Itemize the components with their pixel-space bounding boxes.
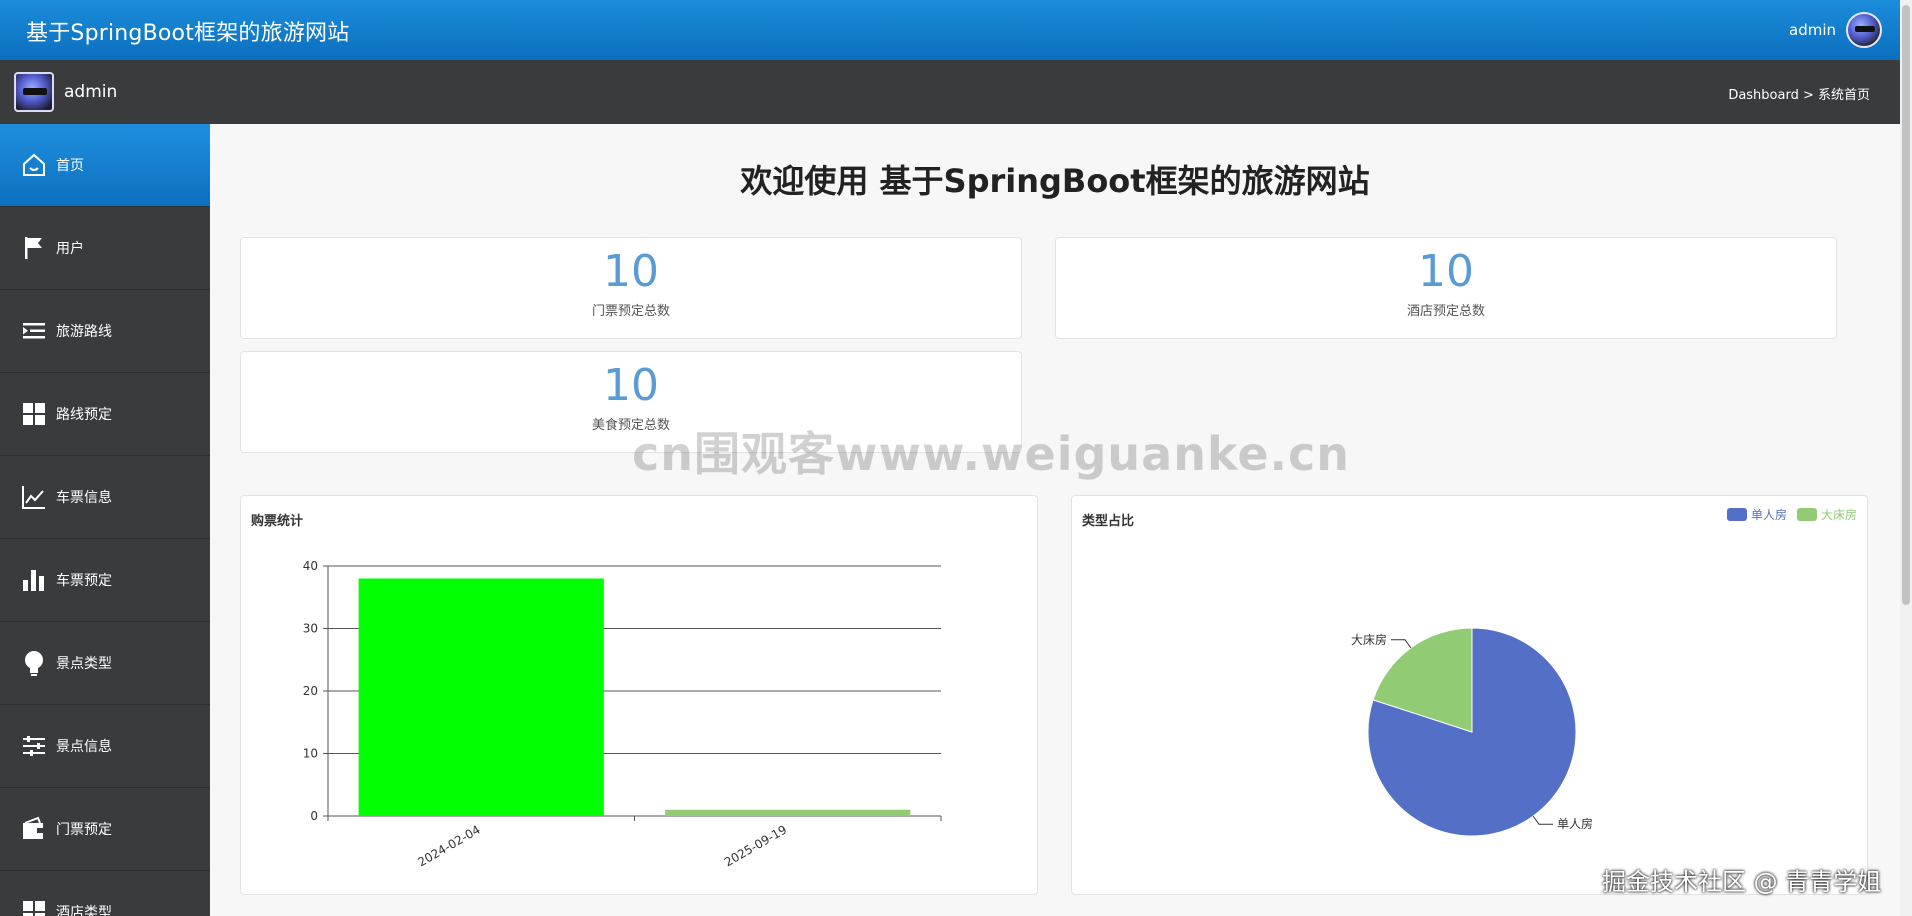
top-header: 基于SpringBoot框架的旅游网站 admin xyxy=(0,0,1900,60)
sidebar-item-spots[interactable]: 景点信息 xyxy=(0,705,210,788)
legend-label: 大床房 xyxy=(1820,508,1857,522)
trend-icon xyxy=(20,483,48,511)
sliders-icon xyxy=(20,732,48,760)
stat-label: 门票预定总数 xyxy=(591,304,670,319)
y-tick-label: 20 xyxy=(303,684,318,698)
legend-label: 单人房 xyxy=(1750,508,1787,522)
stat-value: 10 xyxy=(603,360,659,411)
sidebar-item-ticket-booking[interactable]: 车票预定 xyxy=(0,539,210,622)
sidebar-user: admin xyxy=(14,72,117,112)
stat-card-hotel-orders: 10 酒店预定总数 xyxy=(1055,237,1837,339)
user-avatar xyxy=(14,72,54,112)
chart-title: 类型占比 xyxy=(1082,514,1135,529)
pie-label: 大床房 xyxy=(1351,632,1387,647)
sidebar-item-label: 用户 xyxy=(56,241,84,257)
sidebar-item-routes[interactable]: 旅游路线 xyxy=(0,290,210,373)
sub-header: admin Dashboard > 系统首页 xyxy=(0,60,1900,124)
pie-chart: 单人房 大床房 xyxy=(1351,627,1593,837)
sidebar-item-home[interactable]: 首页 xyxy=(0,124,210,207)
pie-label: 单人房 xyxy=(1557,816,1593,831)
scrollbar[interactable] xyxy=(1900,0,1912,916)
chart-title: 购票统计 xyxy=(251,514,304,529)
y-tick-label: 40 xyxy=(303,559,318,573)
header-username[interactable]: admin xyxy=(1789,21,1836,39)
grid-icon xyxy=(20,400,48,428)
grid-icon xyxy=(20,898,48,916)
indent-icon xyxy=(20,317,48,345)
site-title: 基于SpringBoot框架的旅游网站 xyxy=(26,21,350,46)
sidebar-item-label: 旅游路线 xyxy=(56,324,112,340)
home-icon xyxy=(20,151,48,179)
y-tick-label: 10 xyxy=(303,747,318,761)
scrollbar-thumb[interactable] xyxy=(1902,5,1910,605)
bar xyxy=(665,809,911,816)
legend-item[interactable]: 单人房 xyxy=(1726,506,1787,523)
legend-item[interactable]: 大床房 xyxy=(1796,506,1857,523)
sidebar-item-label: 车票信息 xyxy=(56,490,112,506)
sidebar-item-label: 路线预定 xyxy=(56,407,112,423)
pie-label-line xyxy=(1390,639,1412,649)
y-tick-label: 0 xyxy=(310,809,318,823)
sidebar-item-label: 景点信息 xyxy=(56,739,112,755)
sidebar-item-route-booking[interactable]: 路线预定 xyxy=(0,373,210,456)
legend-swatch xyxy=(1796,508,1817,521)
pie-chart-panel: 类型占比 单人房 大床房 单人房 大床房 xyxy=(1071,495,1868,895)
bar-chart: 0 10 20 30 40 2024-02-04 2025-09-19 xyxy=(303,559,942,869)
bar-chart-icon xyxy=(20,566,48,594)
legend-swatch xyxy=(1726,508,1747,521)
bulb-icon xyxy=(20,649,48,677)
sidebar-username: admin xyxy=(64,82,118,102)
main-content: 欢迎使用 基于SpringBoot框架的旅游网站 10 门票预定总数 10 酒店… xyxy=(210,124,1900,916)
sidebar-item-label: 景点类型 xyxy=(56,656,112,672)
avatar[interactable] xyxy=(1846,12,1882,48)
chart-legend[interactable]: 单人房 大床房 xyxy=(1726,506,1857,523)
wallet-icon xyxy=(20,815,48,843)
bar xyxy=(358,578,604,816)
y-tick-label: 30 xyxy=(303,622,318,636)
flag-icon xyxy=(20,234,48,262)
sidebar-item-spot-types[interactable]: 景点类型 xyxy=(0,622,210,705)
sidebar-item-label: 酒店类型 xyxy=(56,905,112,916)
sidebar-item-hotel-types[interactable]: 酒店类型 xyxy=(0,871,210,916)
sidebar-item-label: 车票预定 xyxy=(56,573,112,589)
sidebar-item-users[interactable]: 用户 xyxy=(0,207,210,290)
sidebar-item-tickets[interactable]: 车票信息 xyxy=(0,456,210,539)
sidebar-item-ticket-orders[interactable]: 门票预定 xyxy=(0,788,210,871)
page-title: 欢迎使用 基于SpringBoot框架的旅游网站 xyxy=(740,162,1370,200)
x-tick-label: 2025-09-19 xyxy=(722,822,789,869)
sidebar-item-label: 首页 xyxy=(56,158,84,174)
header-user[interactable]: admin xyxy=(1789,12,1882,48)
sidebar: 首页 用户 旅游路线 路线预定 车票信息 车票预定 景点类型 景点信息 门票预定… xyxy=(0,124,210,916)
stat-label: 美食预定总数 xyxy=(591,418,670,433)
bar-chart-panel: 购票统计 0 10 20 30 40 2024-02-04 2025-09-19 xyxy=(240,495,1038,895)
pie-label-line xyxy=(1532,815,1554,825)
stat-card-food-orders: 10 美食预定总数 xyxy=(240,351,1022,453)
breadcrumb: Dashboard > 系统首页 xyxy=(1728,88,1870,103)
stat-label: 酒店预定总数 xyxy=(1406,304,1485,319)
stat-value: 10 xyxy=(603,246,659,297)
x-tick-label: 2024-02-04 xyxy=(415,822,482,869)
stat-card-ticket-orders: 10 门票预定总数 xyxy=(240,237,1022,339)
stat-value: 10 xyxy=(1418,246,1474,297)
sidebar-item-label: 门票预定 xyxy=(56,822,112,838)
